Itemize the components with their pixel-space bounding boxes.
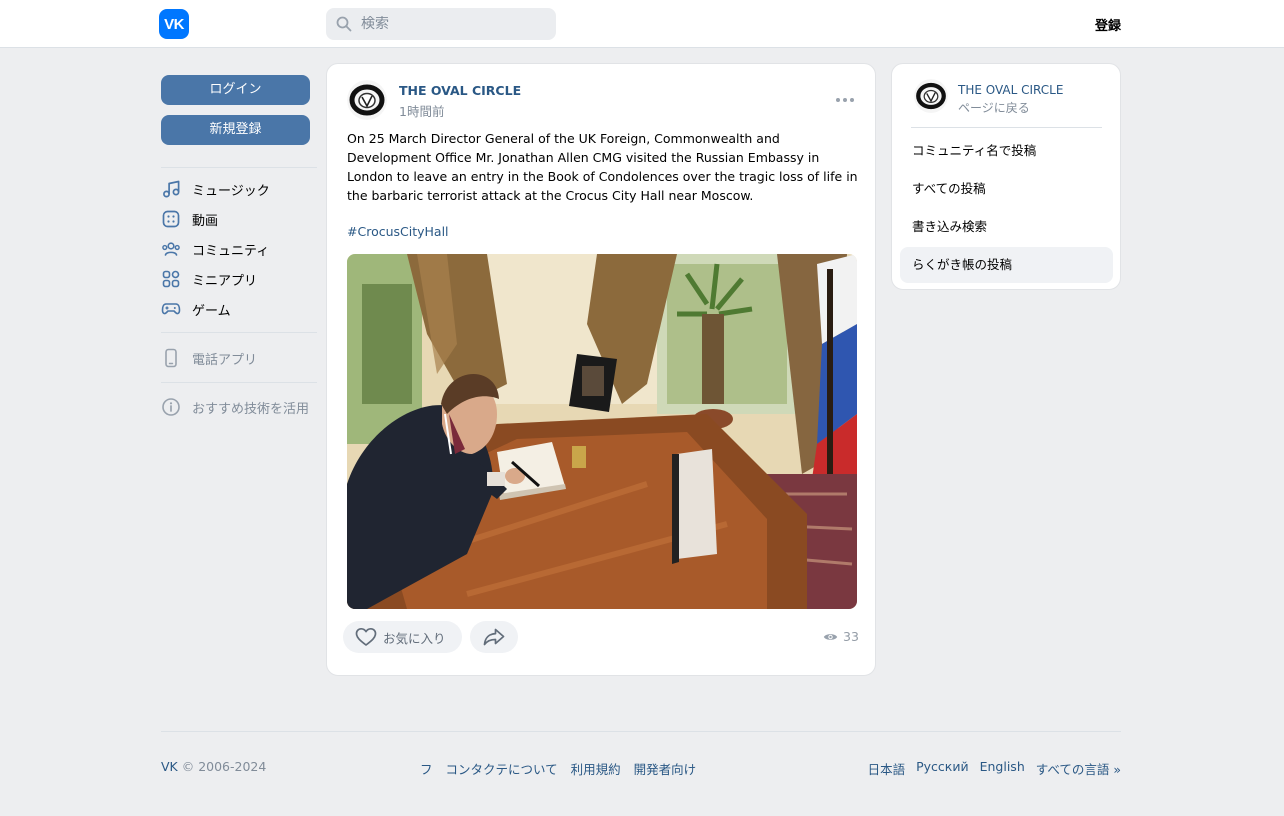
divider (911, 127, 1102, 128)
eye-icon (823, 633, 838, 640)
sidebar-item-label: ゲーム (192, 303, 231, 319)
sidebar-item-label: ミニアプリ (192, 273, 258, 289)
search-box[interactable] (326, 8, 556, 40)
more-options-icon[interactable] (835, 92, 855, 108)
phone-icon (165, 348, 177, 368)
share-icon (483, 628, 505, 646)
gamepad-icon (161, 303, 181, 315)
community-name-link[interactable]: THE OVAL CIRCLE (958, 83, 1063, 97)
post-card: THE OVAL CIRCLE 1時間前 On 25 March Directo… (326, 63, 876, 676)
sidebar-item-label: おすすめ技術を活用 (192, 401, 310, 417)
login-button[interactable]: ログイン (161, 75, 310, 105)
back-to-page-link[interactable]: ページに戻る (958, 99, 1030, 116)
views-count: 33 (843, 629, 859, 644)
sidebar-menu: ミュージック 動画 コミュニティ ミニアプリ ゲーム (161, 174, 317, 324)
sidebar-item-games[interactable]: ゲーム (161, 294, 317, 324)
sidebar-item-music[interactable]: ミュージック (161, 174, 317, 204)
footer-link-about[interactable]: コンタクテについて (446, 759, 558, 778)
nav-item-wall-posts[interactable]: らくがき帳の投稿 (900, 247, 1113, 283)
language-link-english[interactable]: English (980, 759, 1025, 778)
sidebar-item-label: 電話アプリ (192, 352, 258, 368)
nav-item-search-posts[interactable]: 書き込み検索 (900, 209, 1113, 245)
sidebar-item-video[interactable]: 動画 (161, 204, 317, 234)
community-avatar[interactable] (347, 80, 387, 120)
copyright-text: © 2006-2024 (177, 759, 267, 774)
language-link-all[interactable]: すべての言語 » (1036, 759, 1121, 778)
signup-link[interactable]: 登録 (1095, 15, 1121, 34)
post-hashtag[interactable]: #CrocusCityHall (347, 224, 449, 239)
register-button[interactable]: 新規登録 (161, 115, 310, 145)
footer-link-developers[interactable]: 開発者向け (634, 759, 697, 778)
footer-links: フ コンタクテについて 利用規約 開発者向け (420, 759, 709, 778)
community-nav-card: THE OVAL CIRCLE ページに戻る コミュニティ名で投稿 すべての投稿… (891, 63, 1121, 290)
language-link-russian[interactable]: Русский (916, 759, 968, 778)
divider (161, 382, 317, 383)
post-author[interactable]: THE OVAL CIRCLE (399, 83, 521, 98)
like-button[interactable]: お気に入り (343, 621, 462, 653)
sidebar-item-mini-apps[interactable]: ミニアプリ (161, 264, 317, 294)
copyright: VK © 2006-2024 (161, 759, 266, 774)
divider (161, 167, 317, 168)
video-icon (162, 210, 180, 228)
sidebar-item-label: コミュニティ (192, 243, 270, 259)
search-icon (336, 16, 352, 32)
footer-divider (161, 731, 1121, 732)
language-link-japanese[interactable]: 日本語 (868, 759, 906, 778)
divider (161, 332, 317, 333)
vk-footer-link[interactable]: VK (161, 759, 178, 774)
sidebar-item-label: ミュージック (192, 183, 270, 199)
footer-link-terms[interactable]: 利用規約 (571, 759, 621, 778)
nav-item-community-posts[interactable]: コミュニティ名で投稿 (900, 133, 1113, 169)
search-input[interactable] (361, 16, 541, 32)
post-time[interactable]: 1時間前 (399, 101, 444, 120)
heart-icon (355, 627, 377, 646)
music-icon (163, 180, 180, 198)
footer-link[interactable]: フ (420, 759, 433, 778)
vk-logo[interactable]: VK (159, 9, 189, 39)
post-photo[interactable] (347, 254, 857, 609)
post-text: On 25 March Director General of the UK F… (347, 131, 858, 203)
like-label: お気に入り (383, 630, 446, 646)
sidebar-item-label: 動画 (192, 213, 219, 229)
language-links: 日本語 Русский English すべての言語 » (857, 759, 1121, 778)
nav-item-all-posts[interactable]: すべての投稿 (900, 171, 1113, 207)
community-avatar[interactable] (914, 79, 948, 113)
sidebar-item-phone-app[interactable]: 電話アプリ (161, 343, 317, 373)
views-counter: 33 (823, 629, 859, 644)
sidebar-item-recommendations[interactable]: おすすめ技術を活用 (161, 392, 317, 422)
top-bar: VK 登録 (0, 0, 1284, 48)
community-icon (162, 242, 180, 256)
share-button[interactable] (470, 621, 518, 653)
sidebar-item-community[interactable]: コミュニティ (161, 234, 317, 264)
mini-apps-icon (162, 270, 180, 288)
info-icon (162, 398, 180, 416)
left-sidebar: ログイン 新規登録 ミュージック 動画 コミュニティ ミニアプリ ゲーム 電話ア… (161, 75, 317, 422)
